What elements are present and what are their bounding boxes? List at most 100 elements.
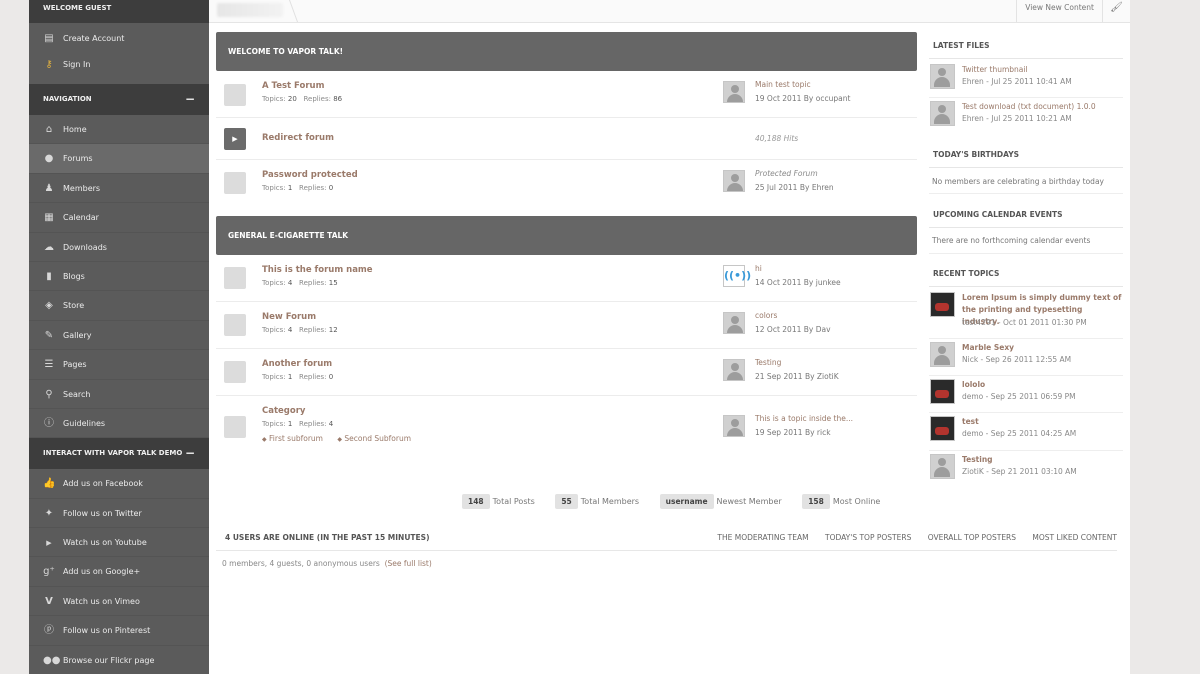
avatar[interactable] [723,359,745,381]
forum-row[interactable]: This is the forum name Topics: 4 Replies… [216,255,917,302]
see-full-list-link[interactable]: (See full list) [385,559,432,568]
create-account-link[interactable]: ▤ Create Account [29,26,209,52]
sidebar-item-store[interactable]: ◈ Store [29,291,209,321]
last-topic-link[interactable]: Main test topic [755,80,811,89]
recent-topic-link[interactable]: test [962,416,1122,428]
sidebar-item-home[interactable]: ⌂ Home [29,115,209,145]
avatar[interactable] [930,416,955,441]
subforum-link[interactable]: ◆ Second Subforum [337,434,411,443]
last-topic-link[interactable]: hi [755,264,762,273]
sidebar-item-label: Forums [63,154,93,164]
vimeo-link[interactable]: V Watch us on Vimeo [29,587,209,617]
file-item[interactable]: Test download (txt document) 1.0.0 Ehren… [929,98,1123,134]
forum-name-link[interactable]: Category [262,406,305,416]
last-poster-link[interactable]: ZiotiK [817,372,839,381]
category-header[interactable]: Welcome to Vapor Talk! [216,32,917,71]
recent-topic-link[interactable]: lololo [962,379,1122,391]
last-post-date: 25 Jul 2011 [755,183,798,192]
recent-topic-item[interactable]: Marble Sexy Nick - Sep 26 2011 12:55 AM [929,339,1123,376]
todays-top-posters-link[interactable]: Today's top posters [825,533,911,542]
sidebar-item-gallery[interactable]: ✎ Gallery [29,321,209,351]
sidebar-item-members[interactable]: ♟ Members [29,174,209,204]
forum-name-link[interactable]: This is the forum name [262,265,373,275]
recent-topic-item[interactable]: lololo demo - Sep 25 2011 06:59 PM [929,376,1123,413]
replies-label: Replies: [303,95,331,103]
sign-in-link[interactable]: ⚷ Sign In [29,52,209,78]
navigation-collapse-toggle[interactable]: − [185,84,195,115]
pinterest-link[interactable]: ⓟ Follow us on Pinterest [29,616,209,646]
breadcrumb[interactable] [217,3,283,17]
file-title-link[interactable]: Test download (txt document) 1.0.0 [962,101,1122,113]
recent-topic-meta: demo - Sep 25 2011 06:59 PM [962,392,1076,401]
last-topic-link[interactable]: Testing [755,358,781,367]
last-topic-link[interactable]: colors [755,311,777,320]
recent-topic-item[interactable]: Testing ZiotiK - Sep 21 2011 03:10 AM [929,451,1123,488]
forum-row[interactable]: A Test Forum Topics: 20 Replies: 86 Main… [216,71,917,118]
recent-topic-item[interactable]: Lorem Ipsum is simply dummy text of the … [929,289,1123,339]
facebook-link[interactable]: 👍 Add us on Facebook [29,469,209,499]
last-poster-link[interactable]: Dav [816,325,831,334]
overall-top-posters-link[interactable]: Overall Top Posters [928,533,1016,542]
recent-topic-meta: ZiotiK - Sep 21 2011 03:10 AM [962,467,1077,476]
forum-row[interactable]: Another forum Topics: 1 Replies: 0 Testi… [216,349,917,396]
forum-name-link[interactable]: Another forum [262,359,332,369]
subforum-link[interactable]: ◆ First subforum [262,434,323,443]
guest-links: ▤ Create Account ⚷ Sign In [29,23,209,84]
youtube-link[interactable]: ▶ Watch us on Youtube [29,528,209,558]
forum-row[interactable]: Password protected Topics: 1 Replies: 0 … [216,160,917,210]
sidebar-item-forums[interactable]: ● Forums [29,144,209,174]
google-plus-link[interactable]: g⁺ Add us on Google+ [29,557,209,587]
avatar[interactable] [930,292,955,317]
last-post-info: 12 Oct 2011 By Dav [755,325,831,334]
avatar[interactable] [723,415,745,437]
sidebar-item-search[interactable]: ⚲ Search [29,380,209,409]
forum-row[interactable]: Category Topics: 1 Replies: 4 ◆ First su… [216,396,917,458]
avatar[interactable] [723,170,745,192]
avatar[interactable] [930,379,955,404]
avatar[interactable] [930,342,955,367]
avatar[interactable] [930,64,955,89]
twitter-link[interactable]: ✦ Follow us on Twitter [29,499,209,529]
file-meta: Ehren - Jul 25 2011 10:41 AM [962,77,1072,86]
category-header[interactable]: General E-Cigarette Talk [216,216,917,255]
sidebar-item-label: Guidelines [63,418,106,428]
user-icon: ♟ [44,182,54,194]
last-poster-link[interactable]: occupant [816,94,851,103]
forum-name-link[interactable]: Redirect forum [262,133,334,143]
last-post-date: 21 Sep 2011 [755,372,803,381]
most-liked-content-link[interactable]: Most Liked Content [1032,533,1117,542]
sidebar-item-pages[interactable]: ☰ Pages [29,350,209,380]
view-new-content-link[interactable]: View New Content [1016,0,1102,22]
avatar[interactable] [930,101,955,126]
sidebar-item-blogs[interactable]: ▮ Blogs [29,262,209,292]
newest-member-link[interactable]: username [659,494,714,509]
moderating-team-link[interactable]: The moderating team [717,533,808,542]
file-title-link[interactable]: Twitter thumbnail [962,64,1122,76]
avatar[interactable] [723,312,745,334]
recent-topic-item[interactable]: test demo - Sep 25 2011 04:25 AM [929,413,1123,451]
last-poster-link[interactable]: rick [817,428,831,437]
interact-collapse-toggle[interactable]: − [185,438,195,469]
last-poster-link[interactable]: junkee [816,278,841,287]
last-topic-link[interactable]: This is a topic inside the... [755,414,853,423]
recent-topic-link[interactable]: Testing [962,454,1122,466]
forum-name-link[interactable]: New Forum [262,312,316,322]
flickr-link[interactable]: ●● Browse our Flickr page [29,646,209,674]
forum-row[interactable]: New Forum Topics: 4 Replies: 12 colors 1… [216,302,917,349]
recent-topics-header: Recent Topics [929,260,1123,287]
recent-topic-link[interactable]: Marble Sexy [962,342,1122,354]
broadcast-avatar-icon[interactable]: ((•)) [723,265,751,287]
recent-topic-meta: demo - Sep 25 2011 04:25 AM [962,429,1077,438]
avatar[interactable] [723,81,745,103]
paintbrush-icon[interactable]: 🖌 [1102,0,1130,22]
forum-row[interactable]: ▶ Redirect forum 40,188 Hits [216,118,917,160]
calendar-icon: ▦ [44,212,54,224]
file-item[interactable]: Twitter thumbnail Ehren - Jul 25 2011 10… [929,61,1123,98]
sidebar-item-guidelines[interactable]: ⓘ Guidelines [29,409,209,439]
avatar[interactable] [930,454,955,479]
forum-name-link[interactable]: Password protected [262,170,358,180]
sidebar-item-calendar[interactable]: ▦ Calendar [29,203,209,233]
sidebar-item-downloads[interactable]: ☁ Downloads [29,233,209,262]
last-poster-link[interactable]: Ehren [812,183,834,192]
forum-name-link[interactable]: A Test Forum [262,81,324,91]
